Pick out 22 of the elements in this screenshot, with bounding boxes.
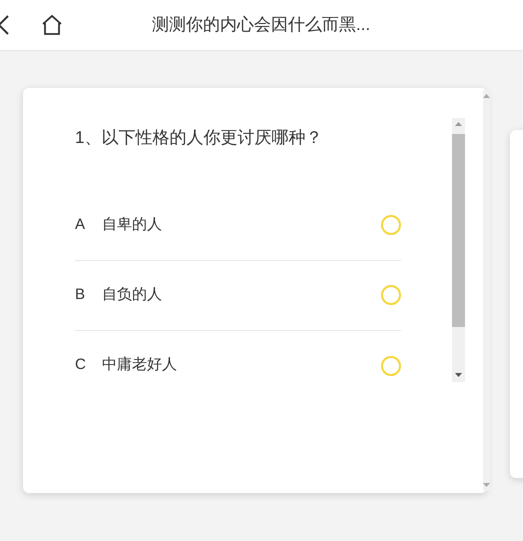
- option-letter: C: [75, 355, 87, 376]
- page-title: 测测你的内心会因什么而黑...: [152, 14, 370, 36]
- scroll-thumb[interactable]: [452, 134, 465, 327]
- answer-option[interactable]: A 自卑的人: [75, 190, 401, 260]
- scroll-up-icon[interactable]: [483, 94, 490, 98]
- question-text: 1、以下性格的人你更讨厌哪种？: [75, 127, 324, 149]
- answer-option[interactable]: B 自负的人: [75, 260, 401, 330]
- option-letter: A: [75, 214, 86, 235]
- radio-button[interactable]: [381, 285, 401, 305]
- home-icon[interactable]: [40, 13, 64, 37]
- option-letter: B: [75, 284, 86, 305]
- option-label: 自卑的人: [102, 214, 163, 235]
- option-label: 自负的人: [102, 284, 163, 305]
- back-icon[interactable]: [0, 14, 10, 36]
- radio-button[interactable]: [381, 215, 401, 235]
- scroll-down-icon[interactable]: [455, 373, 462, 377]
- answer-option[interactable]: C 中庸老好人: [75, 330, 401, 400]
- outer-scrollbar[interactable]: [483, 90, 490, 491]
- inner-scrollbar[interactable]: [452, 118, 465, 382]
- scroll-up-icon[interactable]: [455, 122, 462, 126]
- radio-button[interactable]: [381, 356, 401, 376]
- option-label: 中庸老好人: [102, 355, 178, 376]
